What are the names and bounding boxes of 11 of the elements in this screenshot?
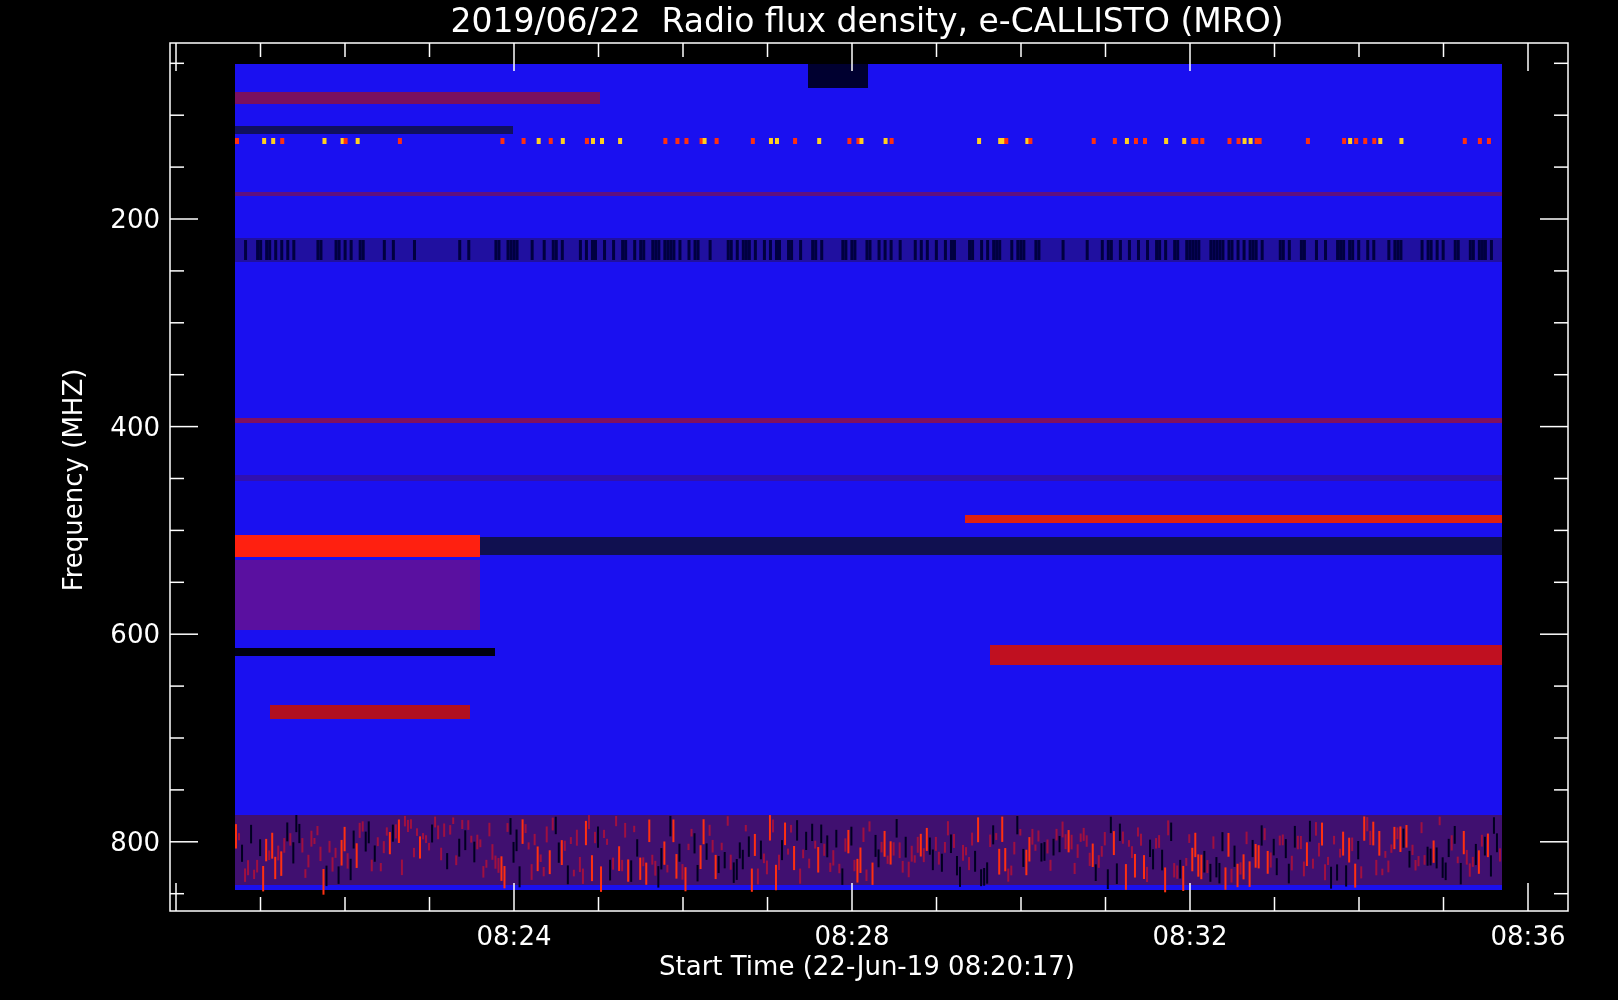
y-tick-label: 600 xyxy=(110,619,160,650)
chart-title: 2019/06/22 Radio flux density, e-CALLISTO (MRO) xyxy=(450,1,1284,40)
x-axis-label: Start Time (22-Jun-19 08:20:17) xyxy=(659,951,1075,981)
y-tick-label: 800 xyxy=(110,826,160,857)
x-tick-label: 08:36 xyxy=(1490,921,1566,951)
y-tick-label: 200 xyxy=(110,204,160,234)
x-tick-label: 08:32 xyxy=(1152,921,1228,951)
y-tick-label: 400 xyxy=(110,411,160,442)
x-tick-label: 08:28 xyxy=(814,921,890,951)
x-tick-label: 08:24 xyxy=(476,921,552,951)
y-axis-label: Frequency (MHZ) xyxy=(58,368,88,592)
